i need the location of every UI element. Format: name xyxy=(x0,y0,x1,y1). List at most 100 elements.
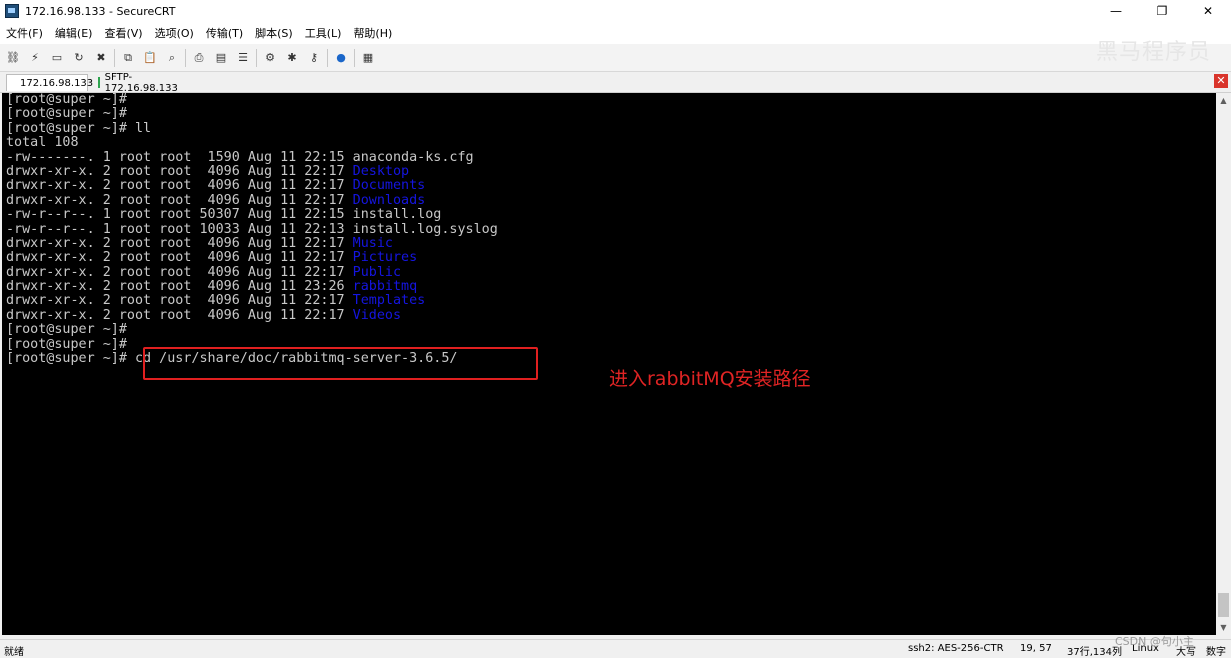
restore-button[interactable]: ❐ xyxy=(1139,0,1185,22)
status-ready: 就绪 xyxy=(4,647,24,658)
terminal-scrollbar[interactable]: ▲ ▼ xyxy=(1216,93,1231,635)
terminal-text-segment: [root@super ~]# xyxy=(6,106,127,122)
minimize-button[interactable]: — xyxy=(1093,0,1139,22)
menu-bar: 文件(F) 编辑(E) 查看(V) 选项(O) 传输(T) 脚本(S) 工具(L… xyxy=(0,22,1231,44)
terminal-line: -rw-------. 1 root root 1590 Aug 11 22:1… xyxy=(6,149,498,165)
terminal-text-segment: Downloads xyxy=(352,192,426,208)
terminal-line: drwxr-xr-x. 2 root root 4096 Aug 11 22:1… xyxy=(6,179,498,193)
tab-label: SFTP-172.16.98.133 xyxy=(104,71,178,94)
terminal-text-segment: Pictures xyxy=(352,250,418,266)
terminal-line: drwxr-xr-x. 2 root root 4096 Aug 11 23:2… xyxy=(6,279,498,295)
csdn-watermark: CSDN @句小主 xyxy=(1115,635,1194,648)
annotation-text: 进入rabbitMQ安装路径 xyxy=(609,368,811,390)
watermark: 黑马程序员 xyxy=(1095,40,1211,65)
status-bar: 就绪 ssh2: AES-256-CTR 19, 57 37行,134列 Lin… xyxy=(0,639,1231,658)
menu-options[interactable]: 选项(O) xyxy=(155,25,194,41)
terminal-text-segment: -rw-------. 1 root root 1590 Aug 11 22:1… xyxy=(6,149,474,165)
terminal-line: drwxr-xr-x. 2 root root 4096 Aug 11 22:1… xyxy=(6,264,498,280)
terminal-text-segment: Documents xyxy=(352,178,426,194)
settings-icon[interactable]: ⚙ xyxy=(261,49,279,67)
terminal-line: [root@super ~]# ll xyxy=(6,120,498,136)
find-icon[interactable]: ⌕ xyxy=(163,49,181,67)
terminal-text-segment: total 108 xyxy=(6,135,79,151)
terminal-text-segment: rabbitmq xyxy=(352,279,418,295)
scroll-up-icon[interactable]: ▲ xyxy=(1216,93,1231,108)
toolbar-separator xyxy=(256,48,257,67)
terminal-line: drwxr-xr-x. 2 root root 4096 Aug 11 22:1… xyxy=(6,294,498,308)
terminal-text-segment: Desktop xyxy=(352,163,410,179)
tab-session[interactable]: 172.16.98.133 xyxy=(6,74,93,91)
terminal-text-segment: drwxr-xr-x. 2 root root 4096 Aug 11 22:1… xyxy=(6,250,353,266)
title-bar: 172.16.98.133 - SecureCRT — ❐ ✕ xyxy=(0,0,1231,22)
command-highlight-box xyxy=(143,347,538,380)
terminal-line: drwxr-xr-x. 2 root root 4096 Aug 11 22:1… xyxy=(6,307,498,323)
menu-tools[interactable]: 工具(L) xyxy=(305,25,342,41)
menu-script[interactable]: 脚本(S) xyxy=(255,25,293,41)
terminal-line: -rw-r--r--. 1 root root 50307 Aug 11 22:… xyxy=(6,207,498,222)
tab-label: 172.16.98.133 xyxy=(20,77,94,89)
scroll-down-icon[interactable]: ▼ xyxy=(1216,620,1231,635)
session-tab-bar: 172.16.98.133 SFTP-172.16.98.133 xyxy=(0,71,1231,94)
terminal-text-segment: [root@super ~]# xyxy=(6,336,127,352)
close-tab-icon[interactable]: ✕ xyxy=(1214,74,1228,88)
screen-icon[interactable]: ▦ xyxy=(359,49,377,67)
connect-icon[interactable]: ⛓ xyxy=(4,49,22,67)
keymap-icon[interactable]: ✱ xyxy=(283,49,301,67)
window-title: 172.16.98.133 - SecureCRT xyxy=(25,4,176,18)
menu-file[interactable]: 文件(F) xyxy=(6,25,43,41)
terminal-text-segment: Public xyxy=(352,264,402,280)
terminal-text-segment: drwxr-xr-x. 2 root root 4096 Aug 11 22:1… xyxy=(6,264,353,280)
terminal-text-segment: drwxr-xr-x. 2 root root 4096 Aug 11 22:1… xyxy=(6,163,353,179)
reconnect-icon[interactable]: ↻ xyxy=(70,49,88,67)
terminal-text-segment: drwxr-xr-x. 2 root root 4096 Aug 11 22:1… xyxy=(6,293,353,309)
status-cursor: 19, 57 xyxy=(1020,643,1052,654)
terminal-text-segment: Templates xyxy=(352,293,426,309)
terminal-line: -rw-r--r--. 1 root root 10033 Aug 11 22:… xyxy=(6,221,498,237)
terminal-line: drwxr-xr-x. 2 root root 4096 Aug 11 22:1… xyxy=(6,251,498,265)
toolbar-separator xyxy=(354,48,355,67)
menu-view[interactable]: 查看(V) xyxy=(104,25,142,41)
terminal-line: total 108 xyxy=(6,135,498,151)
copy-icon[interactable]: ⧉ xyxy=(119,49,137,67)
paste-icon[interactable]: 📋 xyxy=(141,49,159,67)
terminal-text-segment: -rw-r--r--. 1 root root 10033 Aug 11 22:… xyxy=(6,221,498,237)
toolbar-separator xyxy=(114,48,115,67)
securecrt-app-icon[interactable] xyxy=(5,4,19,18)
status-num: 数字 xyxy=(1206,647,1226,658)
menu-transfer[interactable]: 传输(T) xyxy=(206,25,243,41)
terminal-line: drwxr-xr-x. 2 root root 4096 Aug 11 22:1… xyxy=(6,192,498,208)
tab-status-marker xyxy=(98,77,100,88)
menu-edit[interactable]: 编辑(E) xyxy=(55,25,93,41)
status-cipher: ssh2: AES-256-CTR xyxy=(908,643,1004,654)
quick-connect-icon[interactable]: ⚡ xyxy=(26,49,44,67)
key-icon[interactable]: ⚷ xyxy=(305,49,323,67)
terminal-text-segment: [root@super ~]# xyxy=(6,93,127,107)
terminal-text-segment: drwxr-xr-x. 2 root root 4096 Aug 11 22:1… xyxy=(6,178,353,194)
toolbar: ⛓ ⚡ ▭ ↻ ✖ ⧉ 📋 ⌕ ⎙ ▤ ☰ ⚙ ✱ ⚷ ● ▦ xyxy=(0,44,1231,72)
menu-help[interactable]: 帮助(H) xyxy=(353,25,392,41)
log-icon[interactable]: ☰ xyxy=(234,49,252,67)
terminal-output: [root@super ~]# [root@super ~]# [root@supe… xyxy=(6,93,498,366)
print-setup-icon[interactable]: ▤ xyxy=(212,49,230,67)
terminal-text-segment: Music xyxy=(352,235,393,251)
scroll-thumb[interactable] xyxy=(1218,593,1229,617)
connect-tab-icon[interactable]: ▭ xyxy=(48,49,66,67)
help-icon[interactable]: ● xyxy=(332,49,350,67)
print-icon[interactable]: ⎙ xyxy=(190,49,208,67)
terminal-text-segment: Videos xyxy=(352,307,402,323)
terminal-text-segment: drwxr-xr-x. 2 root root 4096 Aug 11 22:1… xyxy=(6,235,353,251)
toolbar-separator xyxy=(185,48,186,67)
terminal-line: drwxr-xr-x. 2 root root 4096 Aug 11 22:1… xyxy=(6,235,498,251)
terminal-text-segment: [root@super ~]# ll xyxy=(6,120,152,136)
tab-sftp[interactable]: SFTP-172.16.98.133 xyxy=(90,71,194,94)
terminal-line: drwxr-xr-x. 2 root root 4096 Aug 11 22:1… xyxy=(6,163,498,179)
window-controls: — ❐ ✕ xyxy=(1093,0,1231,22)
terminal-line: [root@super ~]# xyxy=(6,107,498,121)
close-button[interactable]: ✕ xyxy=(1185,0,1231,22)
terminal-text-segment: drwxr-xr-x. 2 root root 4096 Aug 11 23:2… xyxy=(6,279,353,295)
status-size: 37行,134列 xyxy=(1067,647,1122,658)
disconnect-icon[interactable]: ✖ xyxy=(92,49,110,67)
terminal-line: [root@super ~]# xyxy=(6,323,498,337)
terminal-text-segment: drwxr-xr-x. 2 root root 4096 Aug 11 22:1… xyxy=(6,307,353,323)
toolbar-separator xyxy=(327,48,328,67)
